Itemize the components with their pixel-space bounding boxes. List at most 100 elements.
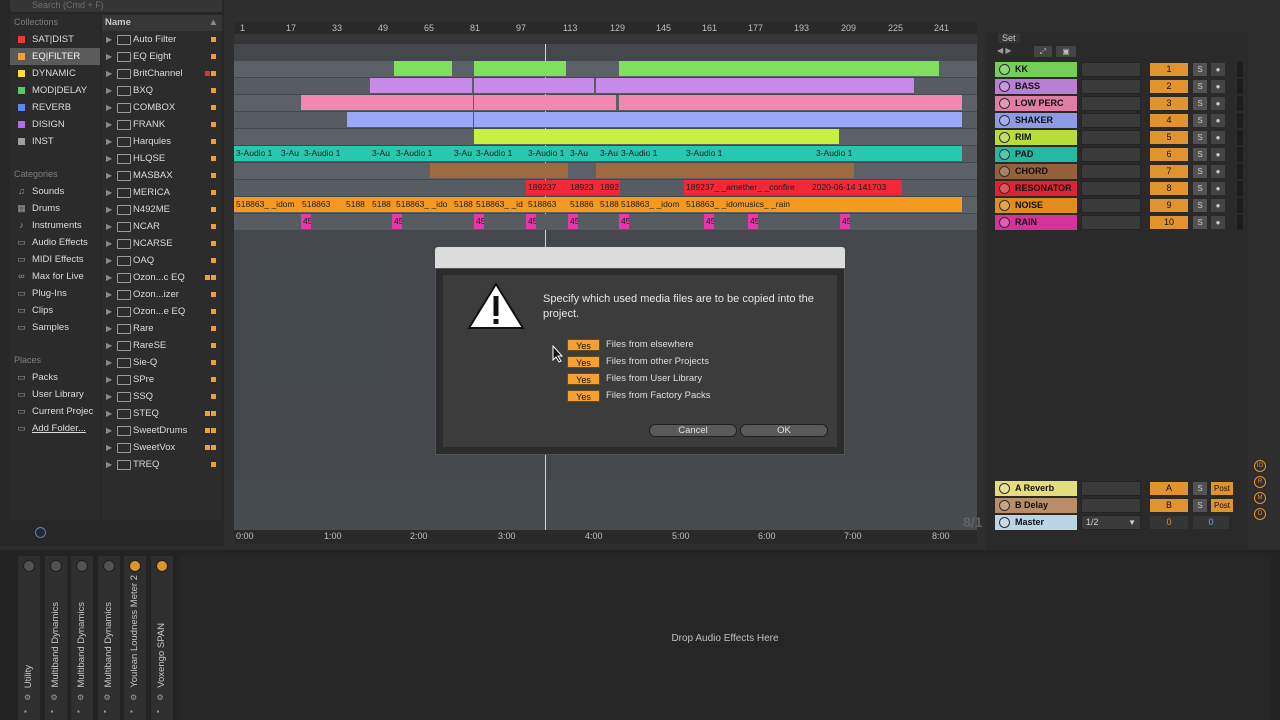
expand-arrow-icon[interactable]: ▶ [106, 116, 112, 133]
browser-item[interactable]: ▶ RareSE [102, 337, 222, 354]
audio-clip[interactable] [596, 78, 866, 93]
browser-item[interactable]: ▶ NCAR [102, 218, 222, 235]
browser-item[interactable]: ▶ OAQ [102, 252, 222, 269]
expand-arrow-icon[interactable]: ▶ [106, 371, 112, 388]
expand-arrow-icon[interactable]: ▶ [106, 201, 112, 218]
audio-clip[interactable] [619, 112, 962, 127]
browser-item[interactable]: ▶ Sie-Q [102, 354, 222, 371]
audio-clip[interactable]: 3-Au [568, 146, 598, 161]
audio-clip[interactable] [370, 78, 472, 93]
audio-clip[interactable]: 5188 [370, 197, 394, 212]
audio-clip[interactable] [474, 95, 616, 110]
category-item[interactable]: ▭ Samples [10, 319, 100, 336]
expand-arrow-icon[interactable]: ▶ [106, 456, 112, 473]
browser-item[interactable]: ▶ TREQ [102, 456, 222, 473]
audio-clip[interactable] [619, 95, 962, 110]
expand-arrow-icon[interactable]: ▶ [106, 82, 112, 99]
audio-clip[interactable] [474, 61, 566, 76]
expand-arrow-icon[interactable]: ▶ [106, 422, 112, 439]
category-item[interactable]: ▭ Clips [10, 302, 100, 319]
audio-clip[interactable]: 3-Audio 1 [814, 146, 962, 161]
place-item[interactable]: ▭ Current Projec [10, 403, 100, 420]
audio-clip[interactable] [619, 129, 839, 144]
browser-item[interactable]: ▶ SPre [102, 371, 222, 388]
audio-clip[interactable] [394, 61, 452, 76]
audio-clip[interactable]: 45 [526, 214, 536, 229]
category-item[interactable]: ▦ Drums [10, 200, 100, 217]
collection-item[interactable]: DISIGN [10, 116, 100, 133]
browser-item[interactable]: ▶ HLQSE [102, 150, 222, 167]
category-item[interactable]: ♫ Sounds [10, 183, 100, 200]
audio-clip[interactable]: 45 [748, 214, 758, 229]
audio-clip[interactable] [792, 163, 854, 178]
audio-clip[interactable]: 3-Audio 1 [619, 146, 685, 161]
audio-clip[interactable]: 18923 [568, 180, 598, 195]
audio-clip[interactable] [619, 61, 939, 76]
browser-item[interactable]: ▶ MERICA [102, 184, 222, 201]
category-item[interactable]: ▭ Audio Effects [10, 234, 100, 251]
collection-item[interactable]: EQ|FILTER [10, 48, 100, 65]
audio-clip[interactable]: 45 [619, 214, 629, 229]
browser-item[interactable]: ▶ SweetVox [102, 439, 222, 456]
expand-arrow-icon[interactable]: ▶ [106, 303, 112, 320]
browser-item[interactable]: ▶ BXQ [102, 82, 222, 99]
audio-clip[interactable]: 45 [840, 214, 850, 229]
category-item[interactable]: ♪ Instruments [10, 217, 100, 234]
collection-item[interactable]: REVERB [10, 99, 100, 116]
audio-clip[interactable]: 5188 [344, 197, 370, 212]
audio-clip[interactable]: 45 [704, 214, 714, 229]
copy-option-toggle[interactable]: Yes [567, 339, 600, 351]
audio-clip[interactable]: 3-Au [279, 146, 303, 161]
browser-item[interactable]: ▶ MASBAX [102, 167, 222, 184]
audio-clip[interactable]: 5188 [598, 197, 620, 212]
browser-item[interactable]: ▶ SSQ [102, 388, 222, 405]
audio-clip[interactable]: 2020-06-14 141703 [810, 180, 902, 195]
audio-clip[interactable]: 518863_ _idomusics_ _rain [684, 197, 962, 212]
browser-item[interactable]: ▶ Auto Filter [102, 31, 222, 48]
audio-clip[interactable] [474, 163, 568, 178]
expand-arrow-icon[interactable]: ▶ [106, 133, 112, 150]
audio-clip[interactable] [301, 95, 473, 110]
browser-item[interactable]: ▶ Rare [102, 320, 222, 337]
expand-arrow-icon[interactable]: ▶ [106, 320, 112, 337]
audio-clip[interactable]: 189237_ _amether_ _confire [684, 180, 810, 195]
place-item[interactable]: ▭ User Library [10, 386, 100, 403]
browser-item[interactable]: ▶ N492ME [102, 201, 222, 218]
audio-clip[interactable] [596, 163, 792, 178]
expand-arrow-icon[interactable]: ▶ [106, 354, 112, 371]
audio-clip[interactable]: 3-Audio 1 [394, 146, 454, 161]
audio-clip[interactable]: 5188 [452, 197, 474, 212]
category-item[interactable]: ▭ MIDI Effects [10, 251, 100, 268]
expand-arrow-icon[interactable]: ▶ [106, 235, 112, 252]
copy-option-toggle[interactable]: Yes [567, 356, 600, 368]
audio-clip[interactable] [866, 78, 914, 93]
expand-arrow-icon[interactable]: ▶ [106, 286, 112, 303]
expand-arrow-icon[interactable]: ▶ [106, 48, 112, 65]
audio-clip[interactable]: 518863_ _idom [234, 197, 300, 212]
expand-arrow-icon[interactable]: ▶ [106, 337, 112, 354]
audio-clip[interactable]: 518863 [300, 197, 344, 212]
category-item[interactable]: ∞ Max for Live [10, 268, 100, 285]
audio-clip[interactable]: 3-Audio 1 [526, 146, 568, 161]
collection-item[interactable]: SAT|DIST [10, 31, 100, 48]
expand-arrow-icon[interactable]: ▶ [106, 405, 112, 422]
browser-item[interactable]: ▶ NCARSE [102, 235, 222, 252]
collection-item[interactable]: MOD|DELAY [10, 82, 100, 99]
category-item[interactable]: ▭ Plug-Ins [10, 285, 100, 302]
audio-clip[interactable]: 45 [301, 214, 311, 229]
audio-clip[interactable]: 189237 [526, 180, 568, 195]
audio-clip[interactable] [474, 112, 619, 127]
collection-item[interactable]: DYNAMIC [10, 65, 100, 82]
expand-arrow-icon[interactable]: ▶ [106, 439, 112, 456]
audio-clip[interactable]: 3-Audio 1 [684, 146, 814, 161]
expand-arrow-icon[interactable]: ▶ [106, 167, 112, 184]
browser-item[interactable]: ▶ FRANK [102, 116, 222, 133]
place-item[interactable]: ▭ Packs [10, 369, 100, 386]
audio-clip[interactable] [474, 129, 619, 144]
audio-clip[interactable] [430, 163, 474, 178]
expand-arrow-icon[interactable]: ▶ [106, 269, 112, 286]
browser-item[interactable]: ▶ Ozon...izer [102, 286, 222, 303]
audio-clip[interactable]: 518863_ _idom [619, 197, 685, 212]
audio-clip[interactable]: 3-Au [452, 146, 474, 161]
dialog-titlebar[interactable] [435, 247, 845, 268]
